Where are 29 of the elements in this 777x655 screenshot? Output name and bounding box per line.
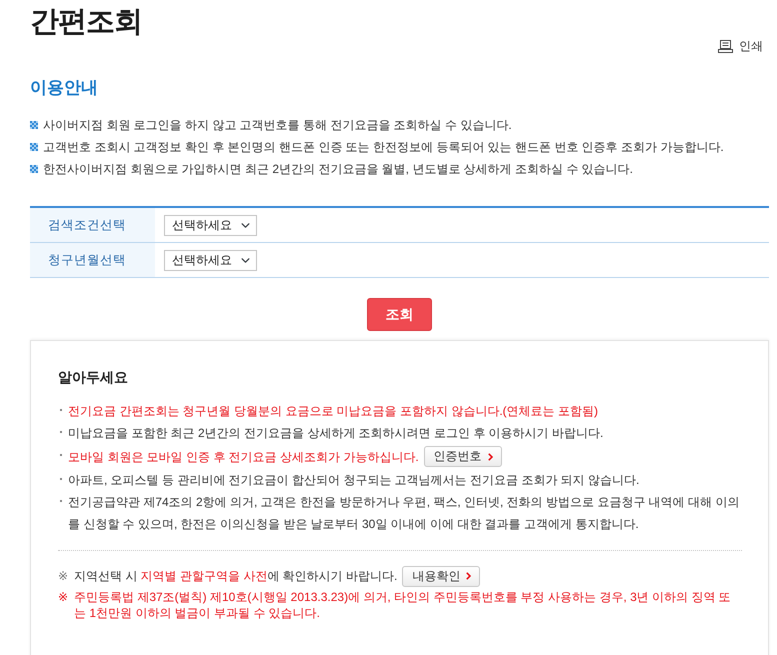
notice-text: 전기공급약관 제74조의 2항에 의거, 고객은 한전을 방문하거나 우편, 팩스, 인터넷, 전화의 방법으로 요금청구 내역에 대해 이의를 신청할 수 있으며, 한전은 이의신청을 받은 날로부터 30일 이내에 이에 대한 결과를 고객에게 통지합니다. [68, 495, 740, 531]
section-heading: 이용안내 [30, 77, 99, 99]
page-title: 간편조회 [30, 5, 142, 40]
guide-text: 한전사이버지점 회원으로 가입하시면 최근 2년간의 전기요금을 월별, 년도별로 상세하게 조회하실 수 있습니다. [43, 161, 634, 178]
notice-text: 모바일 회원은 모바일 인증 후 전기요금 상세조회가 가능하십니다. [68, 448, 419, 466]
search-button[interactable]: 조회 [367, 298, 432, 331]
notice-heading: 알아두세요 [58, 368, 129, 387]
checkered-square-icon [30, 143, 38, 151]
checkered-square-icon [30, 165, 38, 173]
dropdown-field[interactable]: 선택하세요 [164, 214, 257, 236]
notice-text: 아파트, 오피스텔 등 관리비에 전기요금이 합산되어 청구되는 고객님께서는 전기요금 조회가 되지 않습니다. [68, 473, 640, 487]
notice-text: 전기요금 간편조회는 청구년월 당월분의 요금으로 미납요금을 포함하지 않습니다.(연체료는 포함됨) [68, 404, 598, 418]
verification-button[interactable]: 인증번호 [424, 446, 502, 467]
notice-text: 미납요금을 포함한 최근 2년간의 전기요금을 상세하게 조회하시려면 로그인 후 이용하시기 바랍니다. [68, 426, 604, 440]
print-link[interactable]: 인쇄 [718, 38, 763, 54]
checkered-square-icon [30, 121, 38, 129]
chevron-icon [488, 452, 493, 460]
dropdown-field[interactable]: 선택하세요 [164, 250, 257, 270]
guide-text: 사이버지점 회원 로그인을 하지 않고 고객번호를 통해 전기요금을 조회하실 수 있습니다. [43, 117, 512, 134]
field-label: 검색조건선택 [30, 208, 155, 242]
field-label: 청구년월선택 [30, 243, 155, 277]
details-button[interactable]: 내용확인 [402, 566, 480, 586]
note-text: 지역선택 시 지역별 관할구역을 사전에 확인하시기 바랍니다. [74, 568, 398, 584]
reference-mark: ※ [58, 568, 70, 585]
chevron-icon [466, 572, 472, 580]
printer-icon [718, 40, 733, 52]
guide-text: 고객번호 조회시 고객정보 확인 후 본인명의 핸드폰 인증 또는 한전정보에 등록되어 있는 핸드폰 번호 인증후 조회가 가능합니다. [43, 139, 724, 156]
reference-mark: ※ [58, 589, 70, 605]
note-text: 주민등록법 제37조(벌칙) 제10호(시행일 2013.3.23)에 의거, 타인의 주민등록번호를 부정 사용하는 경우, 3년 이하의 징역 또는 1천만원 이하의 벌금이 부과될 수 있습니다. [74, 590, 731, 620]
